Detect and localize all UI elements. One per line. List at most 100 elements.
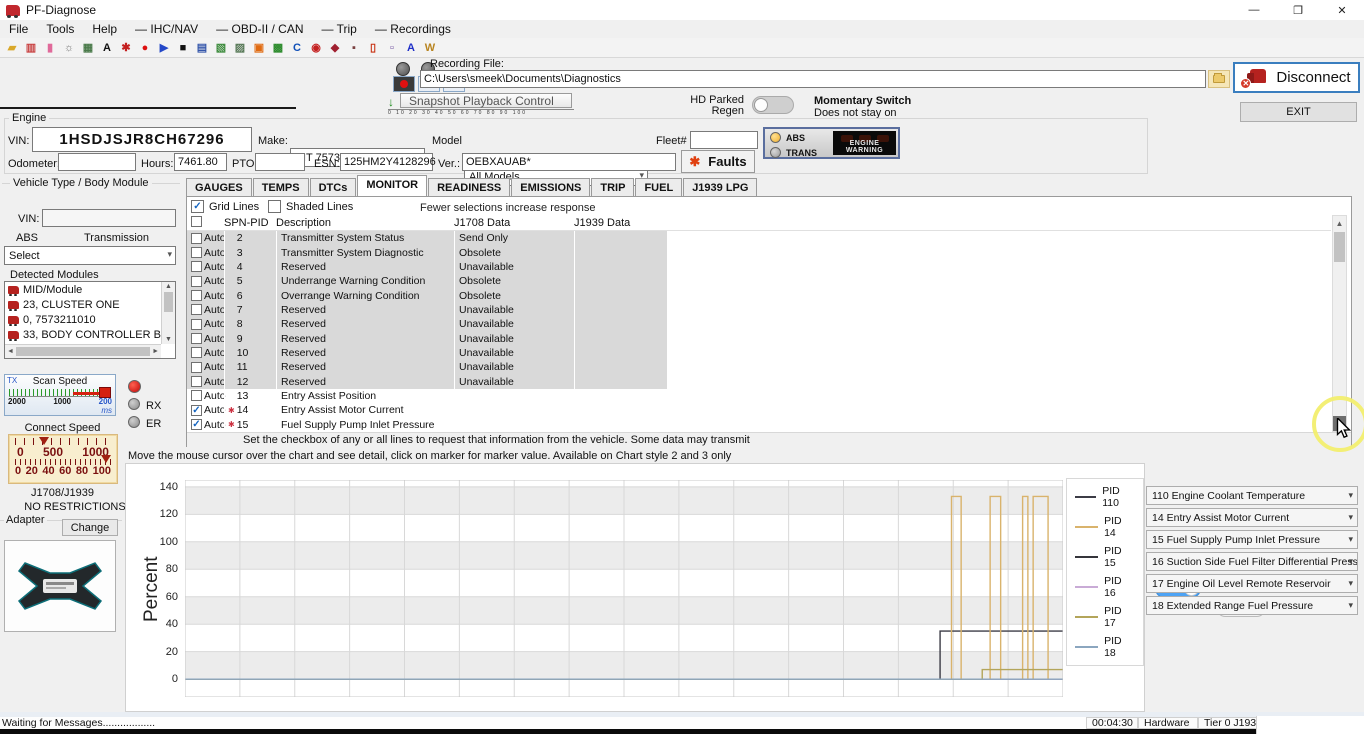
tab[interactable]: J1939 LPG [683,178,757,196]
table-row[interactable]: Auto ✱2 Transmitter System Status Send O… [187,231,1331,245]
toolbar-icon[interactable]: ▪ [346,40,362,55]
scan-speed-slider[interactable] [9,389,111,397]
tab[interactable]: MONITOR [357,175,427,196]
change-adapter-button[interactable]: Change [62,519,118,536]
toolbar-icon[interactable]: ▣ [251,40,267,55]
toolbar-icon[interactable]: ▨ [232,40,248,55]
maximize-button[interactable]: ❐ [1276,0,1320,20]
pid-select[interactable]: 110 Engine Coolant Temperature [1146,486,1358,505]
tab[interactable]: DTCs [310,178,357,196]
tab[interactable]: EMISSIONS [511,178,590,196]
tab[interactable]: FUEL [635,178,682,196]
toolbar-icon[interactable]: ▥ [23,40,39,55]
table-row[interactable]: Auto ✱9 Reserved Unavailable [187,331,1331,345]
module-list-item[interactable]: 0, 7573211010 [5,312,161,327]
odometer-input[interactable] [58,153,136,171]
table-row[interactable]: Auto ✱12 Reserved Unavailable [187,374,1331,388]
toolbar-icon[interactable]: ▰ [4,40,20,55]
toolbar-icon[interactable]: ▤ [194,40,210,55]
pid-select[interactable]: 16 Suction Side Fuel Filter Differential… [1146,552,1358,571]
modules-vscrollbar[interactable]: ▲▼ [161,282,175,344]
menu-item[interactable]: — IHC/NAV [126,22,207,36]
toolbar-icon[interactable]: ▯ [365,40,381,55]
table-row[interactable]: Auto ✱15 Fuel Supply Pump Inlet Pressure [187,417,1331,431]
toolbar-icon[interactable]: ● [137,40,153,55]
minimize-button[interactable]: — [1232,0,1276,20]
fleet-input[interactable] [690,131,758,149]
pid-select[interactable]: 14 Entry Assist Motor Current [1146,508,1358,527]
module-list-item[interactable]: MID/Module [5,282,161,297]
disconnect-button[interactable]: ✕ Disconnect [1233,62,1360,93]
table-row[interactable]: Auto ✱6 Overrange Warning Condition Obso… [187,288,1331,302]
column-j1939[interactable]: J1939 Data [574,217,667,229]
toolbar-icon[interactable]: ◉ [308,40,324,55]
toolbar-icon[interactable]: W [422,40,438,55]
shaded-lines-checkbox[interactable]: Shaded Lines [268,200,353,213]
menu-item[interactable]: Tools [37,22,83,36]
ver-input[interactable]: OEBXAUAB* [462,153,676,171]
toolbar-icon[interactable]: ☼ [61,40,77,55]
table-row[interactable]: Auto ✱8 Reserved Unavailable [187,317,1331,331]
column-j1708[interactable]: J1708 Data [454,217,574,229]
pid-select[interactable]: 15 Fuel Supply Pump Inlet Pressure [1146,530,1358,549]
er-led [128,416,140,428]
toolbar-icon[interactable]: ▦ [80,40,96,55]
toolbar-icon[interactable]: A [99,40,115,55]
menu-item[interactable]: — Recordings [366,22,460,36]
table-row[interactable]: Auto ✱4 Reserved Unavailable [187,260,1331,274]
modules-hscrollbar[interactable]: ◄► [5,344,161,358]
toolbar-icon[interactable]: ▧ [213,40,229,55]
module-list-item[interactable]: 23, CLUSTER ONE [5,297,161,312]
scan-speed-handle[interactable] [99,387,111,398]
tab[interactable]: TEMPS [253,178,309,196]
toolbar-icon[interactable]: ■ [175,40,191,55]
toolbar-icon[interactable]: ▫ [384,40,400,55]
column-spn-pid[interactable]: SPN-PID [224,217,276,229]
toolbar-icon[interactable]: C [289,40,305,55]
table-row[interactable]: Auto ✱7 Reserved Unavailable [187,303,1331,317]
toolbar-icon[interactable]: A [403,40,419,55]
tab[interactable]: TRIP [591,178,634,196]
tab[interactable]: GAUGES [186,178,252,196]
hours-input[interactable]: 7461.80 [174,153,227,171]
close-button[interactable]: ✕ [1320,0,1364,20]
exit-button[interactable]: EXIT [1240,102,1357,122]
select-all-checkbox[interactable] [191,216,202,227]
toolbar-icon[interactable]: ✱ [118,40,134,55]
esn-input[interactable]: 125HM2Y4128296 [340,153,433,171]
column-description[interactable]: Description [276,217,454,229]
toolbar-icon[interactable]: ▩ [270,40,286,55]
recording-file-input[interactable]: C:\Users\smeek\Documents\Diagnostics [420,70,1206,88]
table-row[interactable]: Auto ✱13 Entry Assist Position [187,389,1331,403]
scroll-thumb[interactable] [1334,232,1345,262]
chart-plot[interactable] [185,480,1063,697]
pto-input[interactable] [255,153,305,171]
toolbar-icon[interactable]: ▶ [156,40,172,55]
faults-button[interactable]: ✱ Faults [681,150,755,173]
pid-select[interactable]: 17 Engine Oil Level Remote Reservoir [1146,574,1358,593]
menu-item[interactable]: Help [83,22,126,36]
scroll-up-button[interactable]: ▲ [1333,216,1346,231]
shaded-lines-check[interactable] [268,200,281,213]
browse-folder-button[interactable] [1208,70,1230,88]
toolbar-icon[interactable]: ▮ [42,40,58,55]
table-row[interactable]: Auto ✱14 Entry Assist Motor Current [187,403,1331,417]
table-row[interactable]: Auto ✱3 Transmitter System Diagnostic Ob… [187,245,1331,259]
snapshot-record-button[interactable] [393,76,415,92]
playback-knob-1[interactable] [396,62,410,76]
snapshot-playback-control[interactable]: Snapshot Playback Control [400,93,572,108]
grid-lines-checkbox[interactable]: Grid Lines [191,200,259,213]
toolbar-icon[interactable]: ◆ [327,40,343,55]
module-list-item[interactable]: 33, BODY CONTROLLER BCM [5,327,161,342]
tab[interactable]: READINESS [428,178,510,196]
table-row[interactable]: Auto ✱10 Reserved Unavailable [187,346,1331,360]
table-row[interactable]: Auto ✱5 Underrange Warning Condition Obs… [187,274,1331,288]
menu-item[interactable]: — Trip [313,22,366,36]
grid-lines-check[interactable] [191,200,204,213]
menu-item[interactable]: — OBD-II / CAN [207,22,312,36]
menu-item[interactable]: File [0,22,37,36]
sidebar-vin-input[interactable] [42,209,176,227]
table-row[interactable]: Auto ✱11 Reserved Unavailable [187,360,1331,374]
vehicle-type-select[interactable]: Select [4,246,176,265]
pid-select[interactable]: 18 Extended Range Fuel Pressure [1146,596,1358,615]
